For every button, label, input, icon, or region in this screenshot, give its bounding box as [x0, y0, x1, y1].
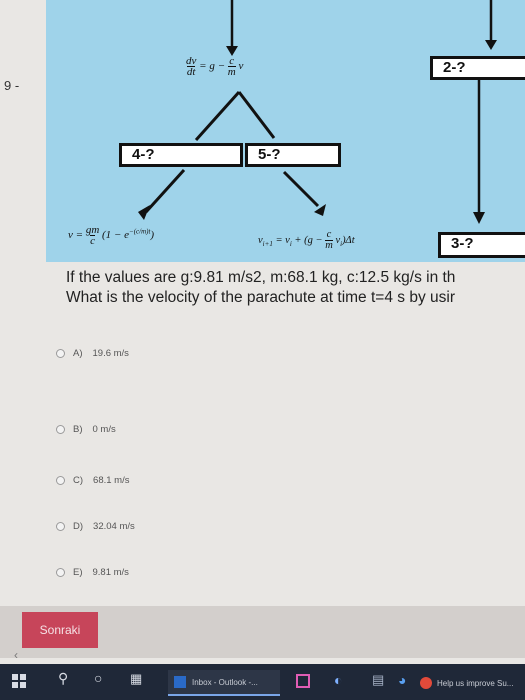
box-3-label: 3-? [438, 232, 525, 258]
eq-left-exp: −(c/m)t [128, 227, 151, 236]
outlook-icon [174, 676, 186, 688]
box-4-text: 4-? [132, 146, 155, 163]
option-b[interactable]: B) 0 m/s [56, 424, 116, 435]
eq-right-sub2: i [289, 240, 292, 248]
eq-left-frac-den: c [90, 235, 95, 247]
radio-b[interactable] [56, 425, 65, 434]
taskbar-feedback[interactable]: Help us improve Su... [420, 672, 525, 694]
eq-right-eq: = v [275, 234, 290, 246]
option-d-text: 32.04 m/s [93, 521, 135, 532]
store-icon[interactable]: ▤ [372, 672, 384, 688]
radio-e[interactable] [56, 568, 65, 577]
question-line-2: What is the velocity of the parachute at… [66, 289, 455, 306]
taskbar-outlook[interactable]: Inbox - Outlook -... [168, 670, 280, 696]
eq-top-var: v [238, 60, 244, 73]
eq-right-sub1: i+1 [262, 240, 273, 248]
option-e[interactable]: E) 9.81 m/s [56, 567, 129, 578]
radio-a[interactable] [56, 349, 65, 358]
method-diagram: 2-? 4-? 5-? 3-? dv dt = g − c m v v = gm… [46, 0, 525, 262]
windows-logo [12, 674, 26, 688]
eq-right-plus: + (g − [294, 234, 323, 246]
taskbar-outlook-label: Inbox - Outlook -... [192, 677, 258, 687]
option-c[interactable]: C) 68.1 m/s [56, 475, 129, 486]
browser-icon[interactable]: ◐ [334, 672, 342, 688]
eq-right-frac-den: m [325, 240, 333, 251]
radio-d[interactable] [56, 522, 65, 531]
box-5-label: 5-? [245, 143, 341, 167]
eq-left-close: ) [150, 229, 155, 242]
task-view-icon[interactable]: ▦ [130, 671, 142, 687]
search-icon[interactable]: ⚲ [58, 670, 68, 687]
option-c-letter: C) [73, 475, 84, 486]
option-e-text: 9.81 m/s [92, 567, 129, 578]
eq-right-frac-num: c [326, 229, 332, 240]
eq-top-rhs: = g − [199, 60, 225, 73]
question-text: If the values are g:9.81 m/s2, m:68.1 kg… [66, 268, 525, 308]
scroll-left-icon[interactable]: ‹ [14, 648, 18, 662]
option-d-letter: D) [73, 521, 84, 532]
quiz-page: 9 - 2-? 4-? 5-? 3-? dv dt = g − c m v v … [0, 0, 525, 700]
equation-euler: vi+1 = vi + (g − c m vi)Δt [258, 229, 355, 251]
box-3-text: 3-? [451, 235, 474, 252]
equation-differential: dv dt = g − c m v [186, 56, 244, 78]
edge-icon[interactable]: ◕ [398, 672, 406, 688]
option-e-letter: E) [73, 567, 83, 578]
option-b-letter: B) [73, 424, 83, 435]
feedback-icon [420, 677, 432, 689]
square-app-icon [296, 674, 310, 688]
taskbar-feedback-label: Help us improve Su... [437, 678, 514, 688]
option-a-text: 19.6 m/s [92, 348, 129, 359]
box-5-text: 5-? [258, 146, 281, 163]
next-button[interactable]: Sonraki [22, 612, 98, 648]
option-b-text: 0 m/s [92, 424, 116, 435]
question-line-1: If the values are g:9.81 m/s2, m:68.1 kg… [66, 269, 456, 286]
option-a[interactable]: A) 19.6 m/s [56, 348, 129, 359]
eq-left-prefix: v = [68, 229, 84, 242]
eq-top-den: dt [186, 66, 196, 78]
app-icon-square[interactable] [296, 674, 310, 691]
windows-start-icon[interactable] [12, 674, 26, 691]
diagram-arrows [138, 0, 497, 224]
question-number: 9 - [4, 78, 20, 93]
eq-right-end: )Δt [342, 234, 355, 246]
box-2-label: 2-? [430, 56, 525, 80]
equation-analytical: v = gm c (1 − e−(c/m)t) [68, 225, 155, 247]
eq-top-frac-den: m [227, 66, 236, 78]
box-2-text: 2-? [443, 59, 466, 76]
option-c-text: 68.1 m/s [93, 475, 130, 486]
cortana-icon[interactable]: ○ [94, 670, 102, 686]
box-4-label: 4-? [119, 143, 243, 167]
radio-c[interactable] [56, 476, 65, 485]
option-d[interactable]: D) 32.04 m/s [56, 521, 135, 532]
option-a-letter: A) [73, 348, 83, 359]
eq-left-rest: (1 − e [102, 229, 129, 242]
